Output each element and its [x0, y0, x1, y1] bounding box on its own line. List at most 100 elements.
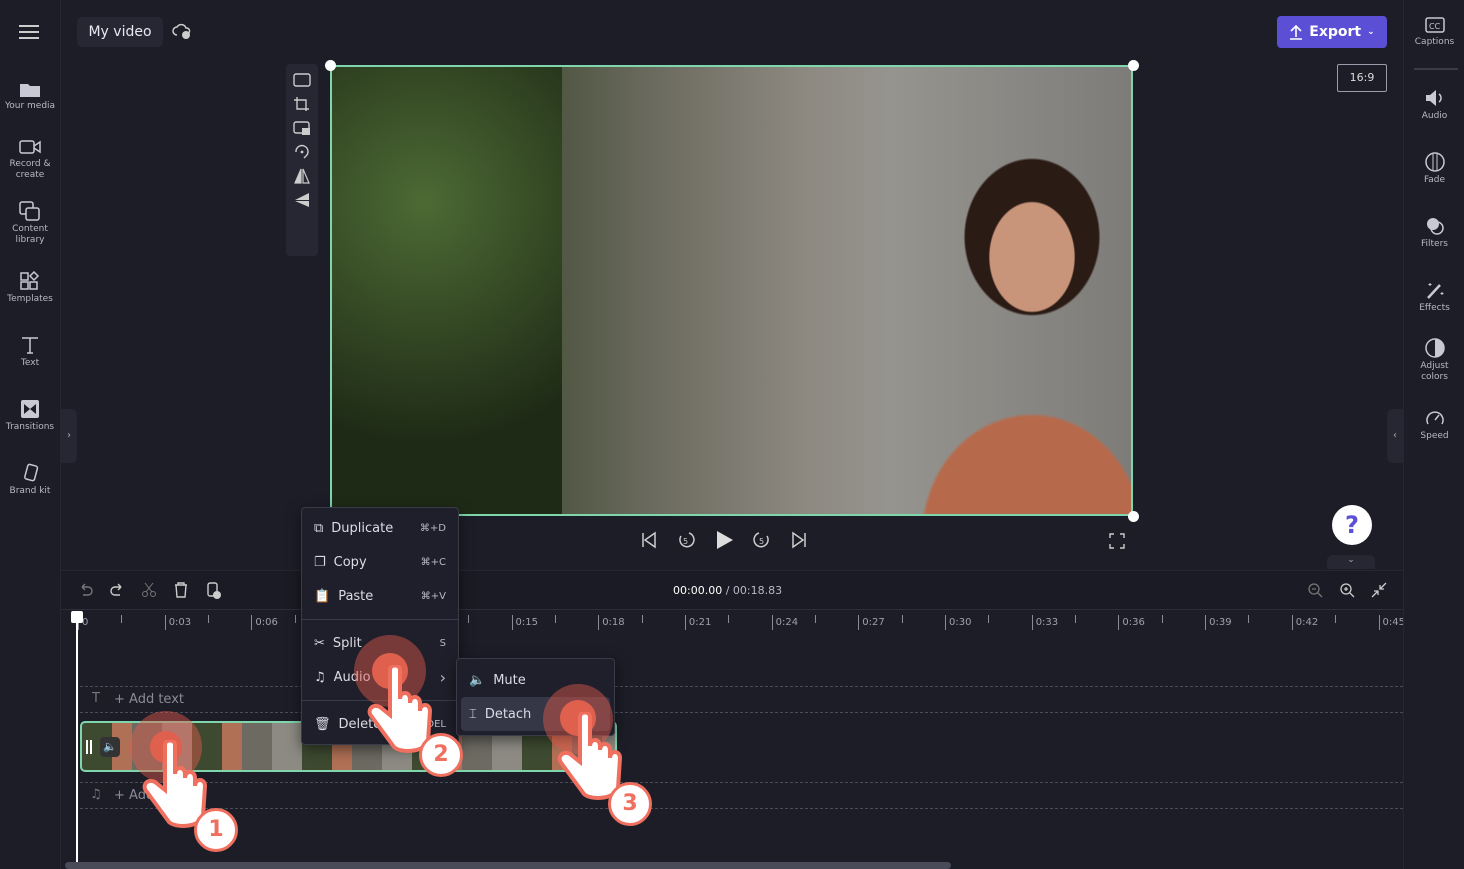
flip-vertical-icon[interactable]	[293, 192, 311, 208]
export-button[interactable]: Export ⌄	[1277, 16, 1387, 48]
resize-handle[interactable]	[1128, 511, 1139, 522]
menu-item-duplicate[interactable]: ⧉ Duplicate ⌘+D	[302, 511, 458, 545]
nav-content-library[interactable]: Content library	[0, 201, 60, 246]
magic-wand-icon	[1426, 283, 1443, 299]
svg-text:5: 5	[683, 537, 688, 546]
ruler-minor-tick	[1248, 615, 1250, 623]
picture-in-picture-icon[interactable]	[293, 120, 311, 136]
contrast-icon	[1424, 338, 1445, 358]
nav-captions[interactable]: CC Captions	[1404, 16, 1464, 48]
nav-your-media[interactable]: Your media	[0, 80, 60, 112]
redo-icon[interactable]	[109, 582, 125, 598]
collapse-right-panel-button[interactable]: ‹	[1387, 409, 1403, 463]
undo-icon[interactable]	[78, 582, 94, 598]
music-note-icon: ♫	[90, 787, 102, 802]
video-preview[interactable]	[330, 65, 1133, 516]
ruler-tick-label: 0:15	[511, 615, 538, 630]
preview-toolbar	[286, 64, 318, 256]
divider	[302, 619, 458, 620]
collapse-timeline-button[interactable]: ⌄	[1327, 555, 1375, 569]
ruler-tick-label: 0:45	[1378, 615, 1405, 630]
nav-speed[interactable]: Speed	[1404, 408, 1464, 442]
text-track-icon: T	[92, 691, 100, 706]
camera-icon	[19, 140, 41, 154]
right-sidebar: CC Captions Audio Fade Filters Effects Ad…	[1403, 0, 1464, 869]
ruler-minor-tick	[121, 615, 123, 623]
nav-fade[interactable]: Fade	[1404, 152, 1464, 186]
flip-horizontal-icon[interactable]	[293, 168, 311, 184]
transitions-icon	[21, 400, 39, 418]
timeline-ruler[interactable]: 00:030:060:090:120:150:180:210:240:270:3…	[61, 611, 1405, 635]
detach-icon: ⌶	[469, 706, 477, 722]
upload-icon	[1290, 24, 1303, 40]
copy-icon: ❐	[314, 554, 326, 570]
nav-audio[interactable]: Audio	[1404, 88, 1464, 122]
play-icon[interactable]	[714, 530, 734, 550]
scissors-icon: ✂	[314, 635, 325, 651]
ruler-tick-label: 0:42	[1291, 615, 1318, 630]
library-icon	[19, 201, 40, 221]
help-button[interactable]: ?	[1332, 505, 1372, 545]
cloud-saved-icon	[172, 23, 191, 39]
hamburger-menu-icon[interactable]	[18, 24, 40, 40]
ruler-minor-tick	[1075, 615, 1077, 623]
ruler-minor-tick	[1161, 615, 1163, 623]
ruler-tick-label: 0:03	[164, 615, 191, 630]
clip-trim-handle-left[interactable]	[86, 740, 92, 754]
ruler-tick-label: 0:27	[858, 615, 885, 630]
step-badge: 3	[608, 782, 652, 826]
fit-icon[interactable]	[293, 72, 311, 88]
ruler-minor-tick	[901, 615, 903, 623]
trash-icon[interactable]	[173, 582, 189, 598]
nav-effects[interactable]: Effects	[1404, 280, 1464, 314]
clip-speaker-icon[interactable]: 🔈	[100, 737, 120, 757]
menu-item-copy[interactable]: ❐ Copy ⌘+C	[302, 545, 458, 579]
skip-back-icon[interactable]	[640, 531, 658, 549]
playback-controls: 5 5	[640, 528, 820, 552]
ruler-minor-tick	[554, 615, 556, 623]
fit-timeline-icon[interactable]	[1371, 582, 1387, 598]
duplicate-icon[interactable]	[206, 582, 222, 600]
svg-text:CC: CC	[1429, 22, 1441, 31]
forward-5-icon[interactable]: 5	[752, 530, 772, 550]
folder-icon	[20, 84, 40, 97]
add-text-label[interactable]: + Add text	[114, 692, 184, 707]
nav-filters[interactable]: Filters	[1404, 216, 1464, 250]
scissors-icon[interactable]	[141, 582, 157, 598]
fade-icon	[1424, 152, 1445, 172]
skip-forward-icon[interactable]	[790, 531, 808, 549]
fullscreen-icon[interactable]	[1109, 533, 1125, 549]
timecode: 00:00.00 / 00:18.83	[673, 584, 783, 597]
ruler-tick-label: 0:39	[1205, 615, 1232, 630]
zoom-in-icon[interactable]	[1339, 582, 1355, 598]
rewind-5-icon[interactable]: 5	[676, 530, 696, 550]
resize-handle[interactable]	[325, 60, 336, 71]
rotate-icon[interactable]	[293, 144, 311, 160]
nav-record-create[interactable]: Record & create	[0, 138, 60, 181]
crop-icon[interactable]	[293, 96, 311, 112]
nav-templates[interactable]: Templates	[0, 271, 60, 305]
nav-text[interactable]: Text	[0, 335, 60, 369]
brand-kit-icon	[24, 463, 39, 482]
ruler-tick-label: 0:36	[1118, 615, 1145, 630]
playhead[interactable]	[71, 611, 83, 869]
nav-brand-kit[interactable]: Brand kit	[0, 463, 60, 497]
audio-track[interactable]: ♫ + Add audio	[80, 782, 1403, 809]
project-title[interactable]: My video	[77, 17, 163, 47]
ruler-tick-label: 0:18	[598, 615, 625, 630]
svg-text:5: 5	[759, 537, 764, 546]
aspect-ratio-button[interactable]: 16:9	[1337, 64, 1387, 92]
timeline-scrollbar[interactable]	[65, 862, 951, 869]
speaker-icon: 🔈	[469, 672, 486, 688]
ruler-tick-label: 0:06	[251, 615, 278, 630]
nav-transitions[interactable]: Transitions	[0, 399, 60, 433]
divider	[1414, 68, 1458, 70]
resize-handle[interactable]	[1128, 60, 1139, 71]
expand-left-panel-button[interactable]: ›	[61, 409, 77, 463]
zoom-out-icon[interactable]	[1307, 582, 1323, 598]
step-badge: 1	[194, 808, 238, 852]
nav-adjust-colors[interactable]: Adjust colors	[1404, 338, 1464, 383]
menu-item-paste[interactable]: 📋 Paste ⌘+V	[302, 579, 458, 613]
text-track[interactable]: T + Add text	[80, 686, 1403, 713]
ruler-minor-tick	[641, 615, 643, 623]
